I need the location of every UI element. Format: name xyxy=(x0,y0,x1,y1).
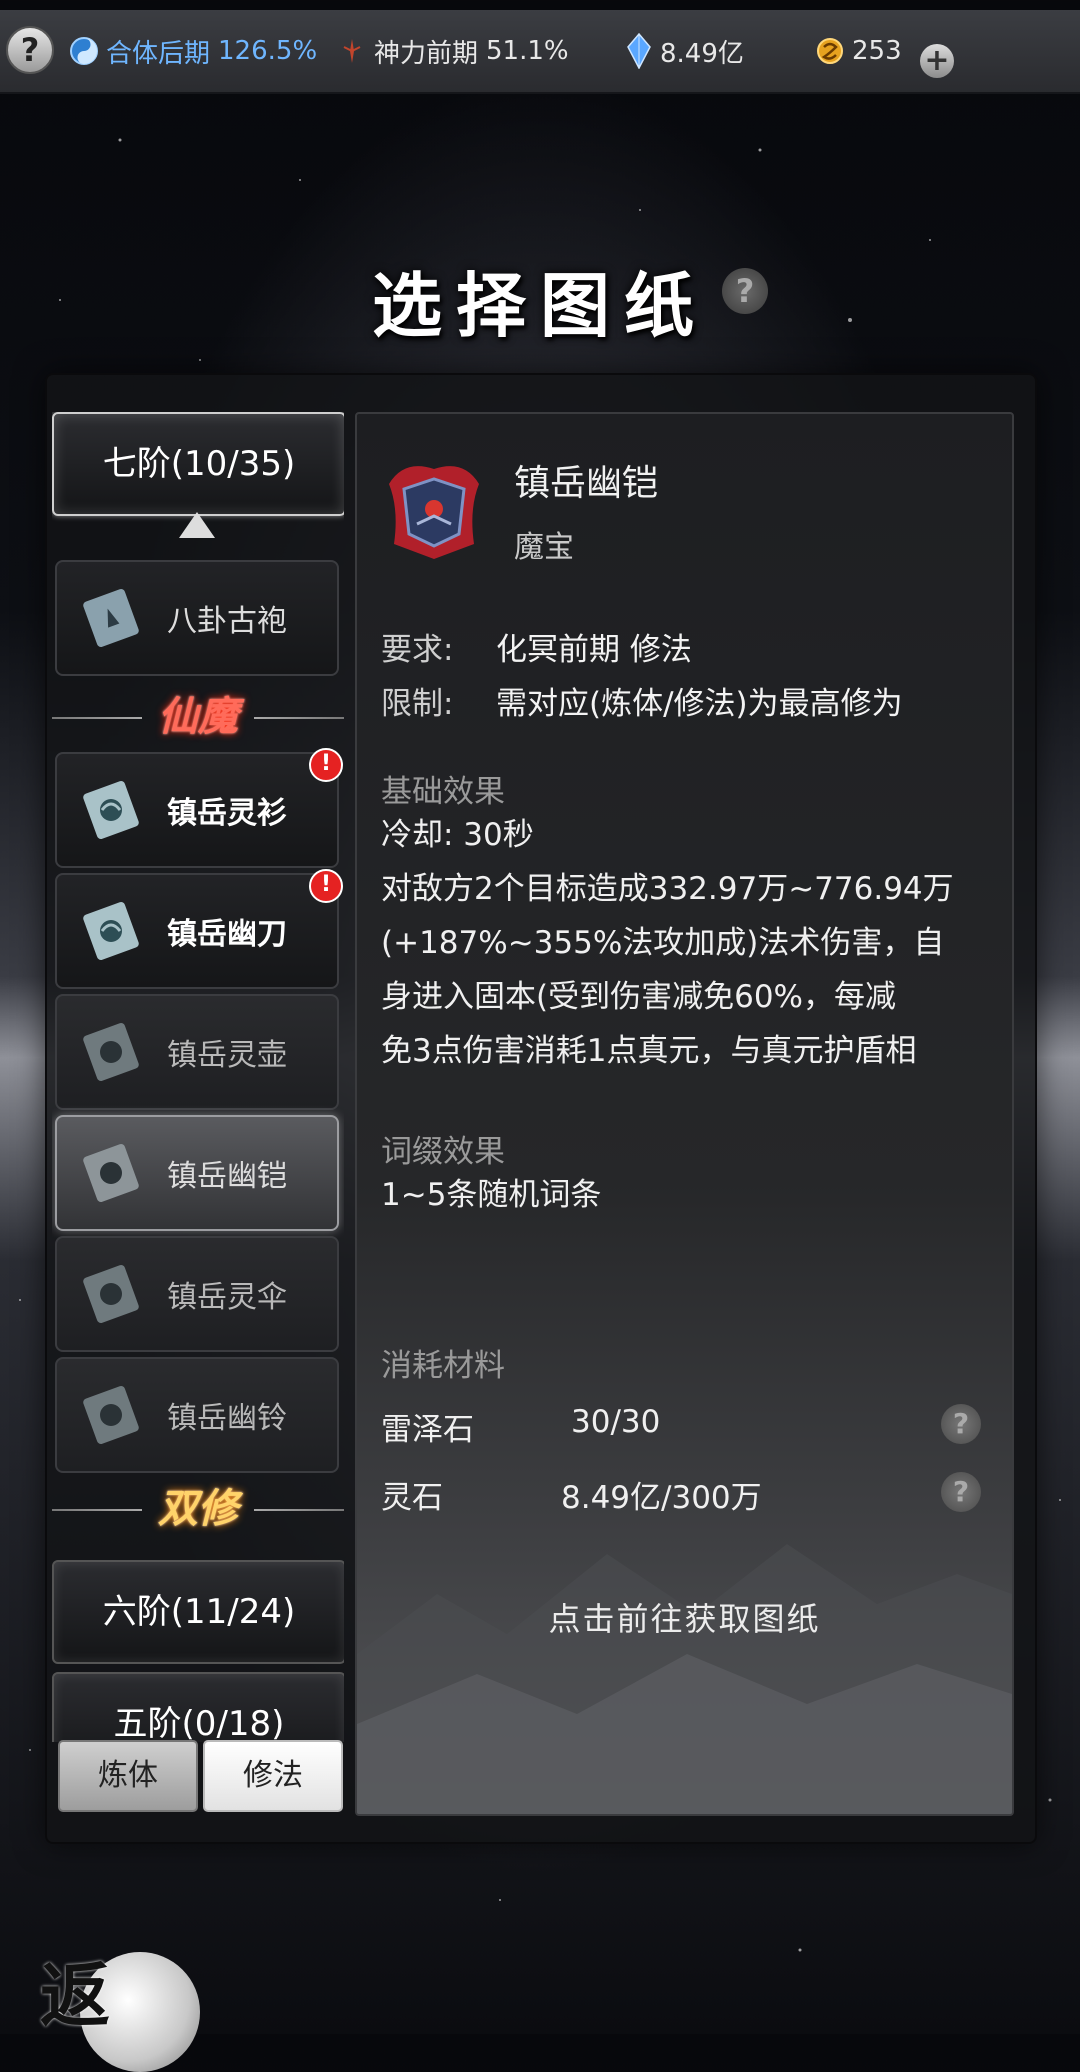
divine-percent: 51.1% xyxy=(486,36,569,66)
requirement-value: 化冥前期 修法 xyxy=(496,632,692,668)
material-help-button[interactable]: ? xyxy=(941,1472,981,1512)
base-effect-line: 免3点伤害消耗1点真元，与真元护盾相 xyxy=(381,1033,917,1069)
scroll-icon xyxy=(83,902,139,960)
list-item-label: 镇岳灵衫 xyxy=(167,796,287,831)
return-label: 返 xyxy=(40,1954,110,2037)
armor-icon xyxy=(389,466,479,559)
material-help-button[interactable]: ? xyxy=(941,1404,981,1444)
material-quantity: 8.49亿/300万 xyxy=(561,1480,762,1516)
material-quantity: 30/30 xyxy=(571,1404,661,1440)
material-name: 雷泽石 xyxy=(381,1412,474,1448)
scroll-icon xyxy=(83,1023,139,1081)
affix-effect-title: 词缀效果 xyxy=(381,1134,505,1170)
list-item[interactable]: 镇岳幽刀 ! xyxy=(55,869,343,989)
add-currency-button[interactable]: + xyxy=(920,44,954,78)
blueprint-list[interactable]: 七阶(10/35) 八卦古袍 仙魔 镇岳灵衫 ! 镇岳幽刀 ! 镇岳灵壶 镇岳幽… xyxy=(52,412,344,1742)
list-item-label: 镇岳幽铠 xyxy=(167,1159,287,1194)
list-item[interactable]: 镇岳灵伞 xyxy=(55,1236,339,1352)
base-effect-line: 身进入固本(受到伤害减免60%，每减 xyxy=(381,979,896,1015)
alert-badge-icon: ! xyxy=(309,748,343,782)
cooldown-text: 冷却: 30秒 xyxy=(381,817,534,853)
list-item-label: 镇岳灵伞 xyxy=(167,1280,287,1315)
base-effect-line: (+187%~355%法攻加成)法术伤害，自 xyxy=(381,925,945,961)
spirit-stone-amount: 8.49亿 xyxy=(660,38,744,69)
help-button[interactable]: ? xyxy=(6,26,54,74)
scroll-icon xyxy=(83,1386,139,1444)
tab-magic-cultivation[interactable]: 修法 xyxy=(203,1740,343,1812)
title-help-button[interactable]: ? xyxy=(722,268,768,314)
blueprint-name: 镇岳幽铠 xyxy=(514,463,659,504)
list-item-selected[interactable]: 镇岳幽铠 xyxy=(55,1115,339,1231)
material-row: 雷泽石 30/30 ? xyxy=(381,1404,991,1454)
section-title: 双修 xyxy=(158,1485,238,1532)
blueprint-detail: 镇岳幽铠 魔宝 要求: 化冥前期 修法 限制: 需对应(炼体/修法)为最高修为 … xyxy=(355,412,1014,1816)
list-item[interactable]: 镇岳灵壶 xyxy=(55,994,339,1110)
realm-status: 合体后期 126.5% xyxy=(70,34,318,69)
list-item[interactable]: 镇岳灵衫 ! xyxy=(55,748,343,868)
tier-header-7[interactable]: 七阶(10/35) xyxy=(52,412,344,516)
list-item-label: 镇岳幽铃 xyxy=(167,1401,287,1436)
yin-yang-icon xyxy=(70,37,98,65)
divine-sword-icon xyxy=(343,39,361,63)
realm-percent: 126.5% xyxy=(218,36,318,66)
limit-label: 限制: xyxy=(381,686,454,722)
divine-label: 神力前期 xyxy=(374,38,479,69)
tier-header-6[interactable]: 六阶(11/24) xyxy=(52,1560,344,1664)
divine-power-status: 神力前期 51.1% xyxy=(338,34,569,69)
base-effect-title: 基础效果 xyxy=(381,774,505,810)
tab-body-refining[interactable]: 炼体 xyxy=(58,1740,198,1812)
materials-title: 消耗材料 xyxy=(381,1348,505,1384)
scroll-icon xyxy=(83,1265,139,1323)
page-title: 选择图纸 xyxy=(372,264,708,347)
material-name: 灵石 xyxy=(381,1480,443,1516)
list-item[interactable]: 八卦古袍 xyxy=(55,560,339,676)
blueprint-type: 魔宝 xyxy=(514,530,574,565)
currency-amount: 253 xyxy=(852,36,902,66)
tier-header-5[interactable]: 五阶(0/18) xyxy=(52,1672,344,1742)
list-item-label: 镇岳幽刀 xyxy=(167,917,287,952)
return-button[interactable]: 返 xyxy=(30,1940,200,2072)
coin-icon xyxy=(817,38,843,64)
requirement-row: 要求: 化冥前期 修法 xyxy=(381,624,692,669)
list-item-label: 八卦古袍 xyxy=(167,604,287,639)
scroll-icon xyxy=(83,1144,139,1202)
realm-label: 合体后期 xyxy=(106,38,211,69)
section-divider-shuangxiu: 双修 xyxy=(52,1484,344,1534)
affix-effect-value: 1~5条随机词条 xyxy=(381,1177,602,1213)
scroll-icon xyxy=(83,589,139,647)
goto-obtain-blueprint-link[interactable]: 点击前往获取图纸 xyxy=(357,1594,1012,1640)
collapse-arrow-icon[interactable] xyxy=(179,512,215,538)
list-item[interactable]: 镇岳幽铃 xyxy=(55,1357,339,1473)
crystal-icon xyxy=(627,33,651,69)
limit-row: 限制: 需对应(炼体/修法)为最高修为 xyxy=(381,678,903,723)
currency-status: 253 xyxy=(816,34,902,68)
list-item-label: 镇岳灵壶 xyxy=(167,1038,287,1073)
requirement-label: 要求: xyxy=(381,632,454,668)
section-divider-xianmo: 仙魔 xyxy=(52,692,344,742)
cultivation-tabs: 炼体 修法 xyxy=(56,1740,343,1812)
section-title: 仙魔 xyxy=(158,693,238,740)
scroll-icon xyxy=(83,781,139,839)
spirit-stone-status: 8.49亿 xyxy=(626,33,744,69)
alert-badge-icon: ! xyxy=(309,869,343,903)
base-effect-line: 对敌方2个目标造成332.97万~776.94万 xyxy=(381,871,954,907)
material-row: 灵石 8.49亿/300万 ? xyxy=(381,1472,991,1522)
limit-value: 需对应(炼体/修法)为最高修为 xyxy=(496,686,903,722)
